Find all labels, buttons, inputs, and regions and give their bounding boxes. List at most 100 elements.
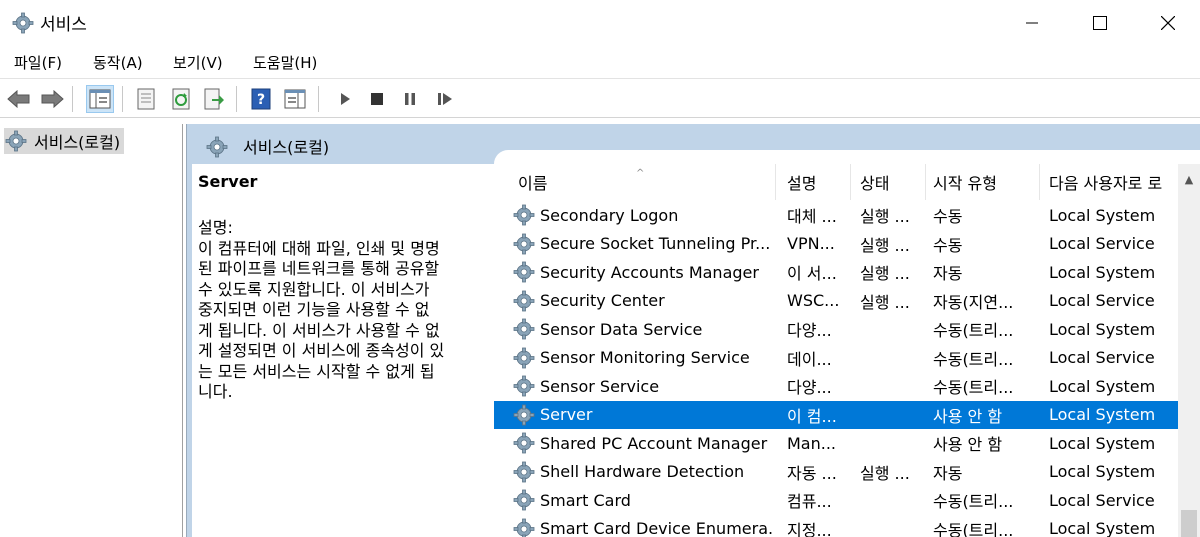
start-service-button[interactable]: [331, 85, 359, 113]
console-tree: 서비스(로컬): [0, 124, 183, 537]
service-startup-type-cell: 수동(트리...: [933, 520, 1014, 537]
export-list-button[interactable]: [200, 85, 228, 113]
service-row[interactable]: Sensor Data Service 다양... 수동(트리... Local Sy…: [494, 315, 1178, 344]
selected-service-name: Server: [198, 172, 258, 191]
service-description-cell: VPN...: [787, 234, 835, 254]
service-row[interactable]: Security Accounts Manager 이 서... 실행 ... 자동 L…: [494, 258, 1178, 287]
service-name: Shell Hardware Detection: [540, 462, 745, 482]
properties-button[interactable]: [132, 85, 160, 113]
stop-service-button[interactable]: [363, 85, 391, 113]
service-name: Server: [540, 405, 593, 425]
title-bar: 서비스: [0, 0, 1200, 46]
show-action-pane-button[interactable]: [281, 85, 309, 113]
service-startup-type-cell: 수동: [933, 235, 963, 255]
gear-icon: [513, 318, 535, 340]
pause-service-button[interactable]: [396, 85, 424, 113]
service-status-cell: [860, 429, 926, 458]
service-logon-cell: Local System: [1049, 405, 1156, 425]
service-name-cell: Sensor Data Service: [512, 315, 774, 344]
scroll-thumb[interactable]: [1181, 510, 1197, 537]
service-logon-cell: Local Service: [1049, 234, 1155, 254]
service-description-cell: Man...: [787, 433, 837, 453]
service-status-cell: 실행 ...: [860, 463, 910, 483]
service-name: Secure Socket Tunneling Pr...: [540, 234, 771, 254]
service-description-cell: 다양...: [787, 321, 832, 341]
tree-item-label: 서비스(로컬): [34, 133, 121, 152]
service-logon-cell: Local System: [1049, 376, 1156, 396]
column-header-startup-type[interactable]: 시작 유형: [927, 164, 1040, 200]
service-description-text: 설명: 이 컴퓨터에 대해 파일, 인쇄 및 명명 된 파이프를 네트워크를 통…: [198, 218, 445, 401]
service-startup-type-cell: 수동(트리...: [933, 349, 1014, 369]
service-row[interactable]: Shell Hardware Detection 자동 ... 실행 ... 자동 Lo…: [494, 458, 1178, 487]
maximize-button[interactable]: [1066, 0, 1134, 46]
gear-icon: [513, 233, 535, 255]
restart-service-icon: [438, 93, 452, 105]
service-status-cell: 실행 ...: [860, 235, 910, 255]
service-row[interactable]: Secondary Logon 대체 ... 실행 ... 수동 Local Syste…: [494, 201, 1178, 230]
service-description-cell: 대체 ...: [787, 207, 837, 227]
vertical-scrollbar[interactable]: ▲: [1178, 164, 1200, 537]
service-startup-type-cell: 수동(트리...: [933, 378, 1014, 398]
service-description-cell: WSC...: [787, 291, 840, 311]
gear-icon: [513, 404, 535, 426]
back-arrow-icon: [7, 90, 30, 108]
service-row[interactable]: Secure Socket Tunneling Pr... VPN... 실행 ..…: [494, 230, 1178, 259]
refresh-button[interactable]: [167, 85, 195, 113]
service-row[interactable]: Shared PC Account Manager Man... 사용 안 함 Loc…: [494, 429, 1178, 458]
gear-icon: [513, 347, 535, 369]
scroll-up-icon[interactable]: ▲: [1178, 168, 1200, 190]
menu-file[interactable]: 파일(F): [14, 52, 62, 73]
gear-icon: [513, 432, 535, 454]
menu-action[interactable]: 동작(A): [93, 52, 143, 73]
service-description-cell: 이 컴...: [787, 406, 837, 426]
service-name: Sensor Monitoring Service: [540, 348, 750, 368]
service-status-cell: [860, 372, 926, 401]
service-logon-cell: Local System: [1049, 319, 1156, 339]
service-name: Secondary Logon: [540, 205, 679, 225]
service-description-cell: 지정...: [787, 520, 832, 537]
menu-bar: 파일(F) 동작(A) 보기(V) 도움말(H): [0, 46, 1200, 79]
gear-icon: [513, 375, 535, 397]
menu-help[interactable]: 도움말(H): [253, 52, 317, 73]
gear-icon: [206, 136, 228, 158]
tree-item-services-local[interactable]: 서비스(로컬): [4, 128, 125, 154]
service-status-cell: 실행 ...: [860, 292, 910, 312]
service-name: Security Center: [540, 291, 665, 311]
service-status-cell: 실행 ...: [860, 207, 910, 227]
service-description-cell: 컴퓨...: [787, 492, 832, 512]
column-header-description[interactable]: 설명: [781, 164, 851, 200]
column-header-logon-as[interactable]: 다음 사용자로 로: [1043, 164, 1178, 200]
back-button[interactable]: [5, 85, 33, 113]
service-row[interactable]: Sensor Monitoring Service 데이... 수동(트리... Lo…: [494, 344, 1178, 373]
service-name-cell: Security Accounts Manager: [512, 258, 774, 287]
service-name-cell: Secondary Logon: [512, 201, 774, 230]
column-header-status[interactable]: 상태: [854, 164, 926, 200]
service-description-cell: 데이...: [787, 349, 832, 369]
window-title: 서비스: [40, 15, 87, 35]
forward-button[interactable]: [38, 85, 66, 113]
service-startup-type-cell: 수동(트리...: [933, 492, 1014, 512]
service-row[interactable]: Smart Card 컴퓨... 수동(트리... Local Service: [494, 486, 1178, 515]
help-button[interactable]: ?: [247, 85, 275, 113]
close-icon: [1161, 16, 1175, 30]
service-row[interactable]: Sensor Service 다양... 수동(트리... Local System: [494, 372, 1178, 401]
service-name: Sensor Data Service: [540, 319, 703, 339]
service-name-cell: Shared PC Account Manager: [512, 429, 774, 458]
service-description-pane: Server 설명: 이 컴퓨터에 대해 파일, 인쇄 및 명명 된 파이프를 …: [192, 164, 494, 537]
service-logon-cell: Local System: [1049, 462, 1156, 482]
service-rows: Secondary Logon 대체 ... 실행 ... 수동 Local Syste…: [494, 201, 1178, 537]
console-tree-icon: [89, 89, 111, 109]
gear-icon: [513, 461, 535, 483]
minimize-button[interactable]: [998, 0, 1066, 46]
service-row[interactable]: Smart Card Device Enumera... 지정... 수동(트리..…: [494, 515, 1178, 537]
close-button[interactable]: [1134, 0, 1200, 46]
menu-view[interactable]: 보기(V): [173, 52, 223, 73]
maximize-icon: [1093, 16, 1107, 30]
service-row[interactable]: Server 이 컴... 사용 안 함 Local System: [494, 400, 1178, 429]
service-row[interactable]: Security Center WSC... 실행 ... 자동(지연... Local…: [494, 287, 1178, 316]
forward-arrow-icon: [41, 90, 64, 108]
help-icon: ?: [251, 88, 271, 110]
restart-service-button[interactable]: [431, 85, 459, 113]
service-name: Security Accounts Manager: [540, 262, 759, 282]
console-tree-button[interactable]: [86, 85, 114, 113]
